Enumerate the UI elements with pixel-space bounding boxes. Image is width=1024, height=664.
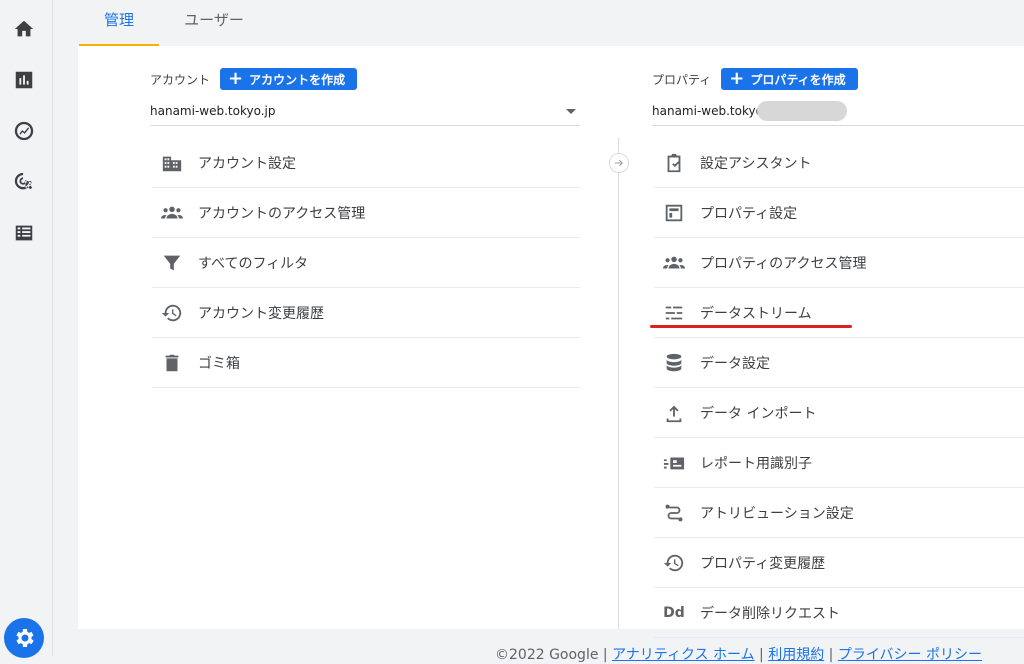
menu-item-label: 設定アシスタント [700,155,812,172]
menu-item-property-history[interactable]: プロパティ変更履歴 [654,538,1024,588]
menu-item-setup-assistant[interactable]: 設定アシスタント [654,138,1024,188]
dropdown-caret-icon [566,109,576,114]
highlight-underline [650,325,852,328]
footer: ©2022 Google | アナリティクス ホーム | 利用規約 | プライバ… [495,644,982,664]
menu-item-data-streams[interactable]: データストリーム [654,288,1024,338]
checklist-icon [662,151,686,175]
footer-separator: | [824,647,838,663]
menu-item-label: アカウントのアクセス管理 [198,205,366,222]
stream-icon [662,301,686,325]
create-account-button[interactable]: + アカウントを作成 [220,68,358,90]
footer-separator: | [598,647,613,663]
menu-item-all-filters[interactable]: すべてのフィルタ [152,238,580,288]
menu-item-label: ゴミ箱 [198,355,240,372]
menu-item-label: レポート用識別子 [700,455,812,472]
menu-item-label: プロパティ設定 [700,205,798,222]
menu-item-label: プロパティのアクセス管理 [700,255,867,272]
people-icon [160,201,184,225]
filter-icon [160,251,184,275]
menu-item-attribution-settings[interactable]: アトリビューション設定 [654,488,1024,538]
building-icon [160,151,184,175]
menu-item-data-settings[interactable]: データ設定 [654,338,1024,388]
footer-separator: | [754,647,769,663]
gear-icon [16,629,34,647]
account-menu: アカウント設定 アカウントのアクセス管理 すべてのフィルタ アカウント変更履歴 … [152,138,580,388]
menu-item-label: データ設定 [700,355,770,372]
create-property-label: プロパティを作成 [750,72,846,87]
create-account-label: アカウントを作成 [249,72,346,87]
history-icon [662,551,686,575]
footer-link-terms[interactable]: 利用規約 [768,647,824,663]
account-selected-value: hanami-web.tokyo.jp [150,104,276,118]
footer-copyright: ©2022 Google [495,647,599,663]
reports-icon[interactable] [12,68,36,92]
account-header: アカウント + アカウントを作成 [150,68,358,90]
menu-item-label: アカウント変更履歴 [198,305,324,322]
history-icon [160,301,184,325]
people-icon [662,251,686,275]
menu-item-account-access[interactable]: アカウントのアクセス管理 [152,188,580,238]
redacted-blur [757,101,847,121]
tab-admin[interactable]: 管理 [79,0,159,46]
admin-panel: アカウント + アカウントを作成 hanami-web.tokyo.jp アカウ… [78,46,1024,638]
admin-settings-button[interactable] [4,618,44,658]
menu-item-account-history[interactable]: アカウント変更履歴 [152,288,580,338]
property-heading: プロパティ [652,72,712,87]
plus-icon: + [228,68,244,89]
menu-item-data-import[interactable]: データ インポート [654,388,1024,438]
footer-link-analytics-home[interactable]: アナリティクス ホーム [612,647,755,663]
tab-users[interactable]: ユーザー [173,0,255,44]
account-selector[interactable]: hanami-web.tokyo.jp [150,99,580,126]
menu-item-property-access[interactable]: プロパティのアクセス管理 [654,238,1024,288]
property-menu: 設定アシスタント プロパティ設定 プロパティのアクセス管理 データストリーム デ… [654,138,1024,638]
database-icon [662,351,686,375]
menu-item-data-deletion[interactable]: Dd データ削除リクエスト [654,588,1024,638]
footer-link-privacy[interactable]: プライバシー ポリシー [838,647,982,663]
id-card-icon [662,451,686,475]
plus-icon: + [729,68,745,89]
upload-icon [662,401,686,425]
menu-item-label: アカウント設定 [198,155,296,172]
menu-item-label: アトリビューション設定 [700,505,854,522]
menu-item-property-settings[interactable]: プロパティ設定 [654,188,1024,238]
attribution-icon [662,501,686,525]
menu-item-account-settings[interactable]: アカウント設定 [152,138,580,188]
trash-icon [160,351,184,375]
layout-icon [662,201,686,225]
dd-icon: Dd [663,604,685,621]
menu-item-label: データ削除リクエスト [700,605,840,622]
menu-item-label: データ インポート [700,405,817,422]
account-heading: アカウント [150,72,211,87]
left-nav-rail [0,0,53,658]
admin-tabbar: 管理 ユーザー [53,0,1024,46]
arrow-right-icon [609,153,629,173]
explore-icon[interactable] [12,119,36,143]
property-selector[interactable]: hanami-web.tokyo.jp [652,99,1024,126]
menu-item-label: プロパティ変更履歴 [700,555,826,572]
create-property-button[interactable]: + プロパティを作成 [721,68,858,90]
column-divider [618,138,619,629]
menu-item-label: データストリーム [700,305,812,322]
menu-item-label: すべてのフィルタ [198,255,309,272]
menu-item-reporting-identity[interactable]: レポート用識別子 [654,438,1024,488]
configure-icon[interactable] [12,221,36,245]
home-icon[interactable] [12,17,36,41]
property-header: プロパティ + プロパティを作成 [652,68,858,90]
advertising-icon[interactable] [12,170,36,194]
menu-item-trash[interactable]: ゴミ箱 [152,338,580,388]
